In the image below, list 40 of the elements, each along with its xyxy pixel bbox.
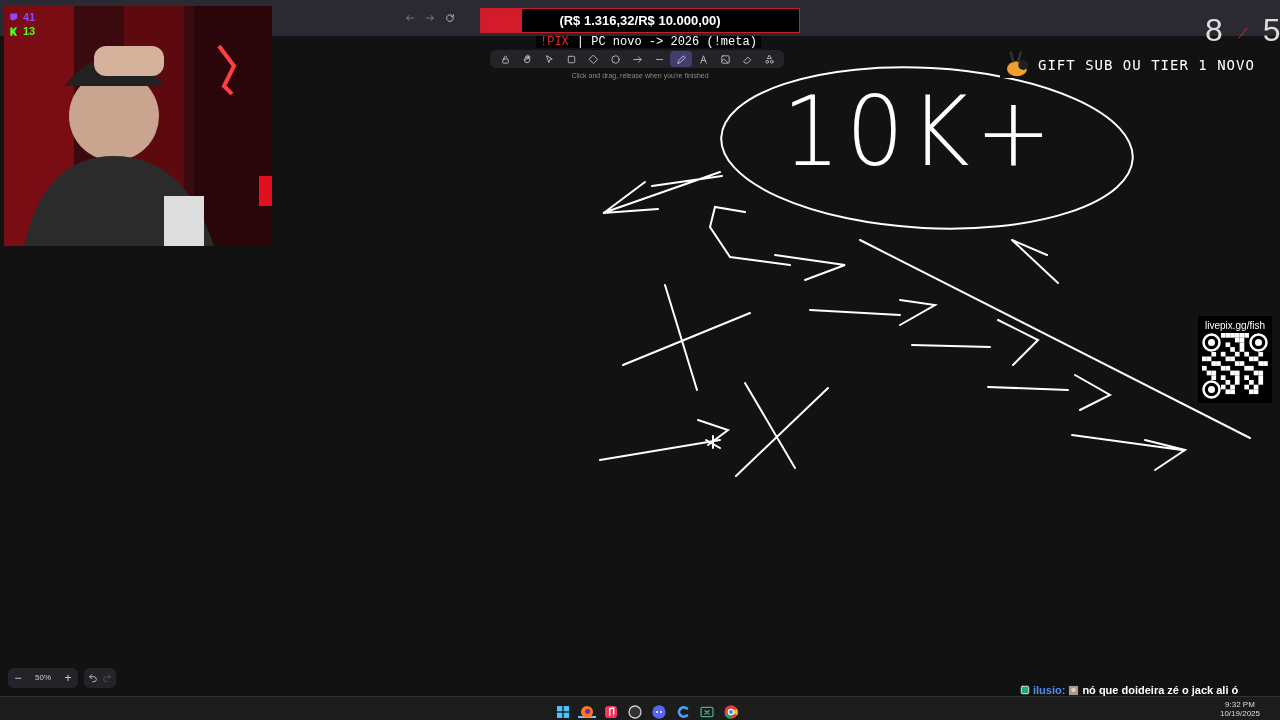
pencil-icon[interactable]	[675, 53, 687, 65]
hand-icon[interactable]	[521, 53, 533, 65]
browser-icon[interactable]	[675, 704, 691, 720]
windows-icon[interactable]	[555, 704, 571, 720]
arrow-icon[interactable]	[631, 53, 643, 65]
chat-username: ilusio:	[1033, 683, 1066, 698]
lock-icon[interactable]	[499, 53, 511, 65]
command-text: !PIX	[540, 36, 569, 48]
terminal-icon[interactable]	[699, 704, 715, 720]
text-icon[interactable]	[697, 53, 709, 65]
ellipse-icon[interactable]	[609, 53, 621, 65]
clock-time: 9:32 PM	[1224, 699, 1256, 709]
zoom-out-button[interactable]: −	[8, 669, 28, 687]
pointer-icon[interactable]	[543, 53, 555, 65]
badge-icon	[1020, 685, 1030, 696]
image-icon[interactable]	[719, 53, 731, 65]
shapes-icon[interactable]	[763, 53, 775, 65]
counter-number: 8	[1205, 11, 1223, 50]
banner-text: | PC novo -> 2026 (!meta)	[576, 36, 757, 48]
viewer-count: 41	[23, 10, 36, 24]
diamond-icon[interactable]	[587, 53, 599, 65]
music-icon[interactable]	[603, 704, 619, 720]
undo-icon[interactable]	[88, 673, 98, 683]
cursor-icon	[705, 435, 721, 449]
counter-number: 5	[1262, 11, 1280, 50]
viewer-count: 13	[23, 24, 36, 38]
emote-icon	[1068, 684, 1080, 696]
qr-code-icon	[1202, 333, 1268, 399]
chat-message: nó que doideira zé o jack ali ó	[1082, 683, 1239, 698]
zoom-level: 50%	[34, 672, 52, 684]
clock-date: 10/19/2025	[1219, 708, 1260, 718]
arrow-drawing	[1011, 239, 1059, 284]
pencil-tool-button[interactable]	[670, 51, 692, 67]
rectangle-icon[interactable]	[565, 53, 577, 65]
qr-label: livepix.gg/fish	[1205, 319, 1265, 333]
canvas-text: 10K+	[782, 84, 1058, 180]
zoom-in-button[interactable]: +	[58, 669, 78, 687]
reload-icon[interactable]	[445, 13, 455, 23]
goal-text: (R$ 1.316,32/R$ 10.000,00)	[559, 11, 721, 30]
banner-text: GIFT SUB OU TIER 1 NOVO	[1038, 55, 1255, 75]
